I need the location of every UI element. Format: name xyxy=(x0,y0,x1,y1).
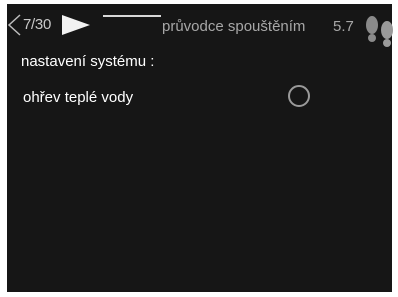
option-label: ohřev teplé vody xyxy=(23,89,134,106)
option-hot-water[interactable]: ohřev teplé vody xyxy=(23,84,383,112)
display-panel: 7/30 průvodce spouštěním 5.7 nastavení s… xyxy=(7,4,393,292)
page-title: průvodce spouštěním xyxy=(162,18,306,35)
help-button[interactable] xyxy=(362,12,398,48)
next-page-button[interactable] xyxy=(61,13,91,37)
header-divider xyxy=(103,15,161,17)
page-counter: 7/30 xyxy=(23,16,51,33)
radio-button[interactable] xyxy=(288,85,310,107)
screen: 7/30 průvodce spouštěním 5.7 nastavení s… xyxy=(0,0,398,297)
triangle-right-icon xyxy=(62,15,90,35)
footprints-icon xyxy=(366,16,393,47)
menu-code: 5.7 xyxy=(333,18,354,35)
section-label: nastavení systému : xyxy=(21,53,155,70)
previous-page-button[interactable] xyxy=(7,14,21,36)
chevron-left-icon xyxy=(7,14,21,36)
